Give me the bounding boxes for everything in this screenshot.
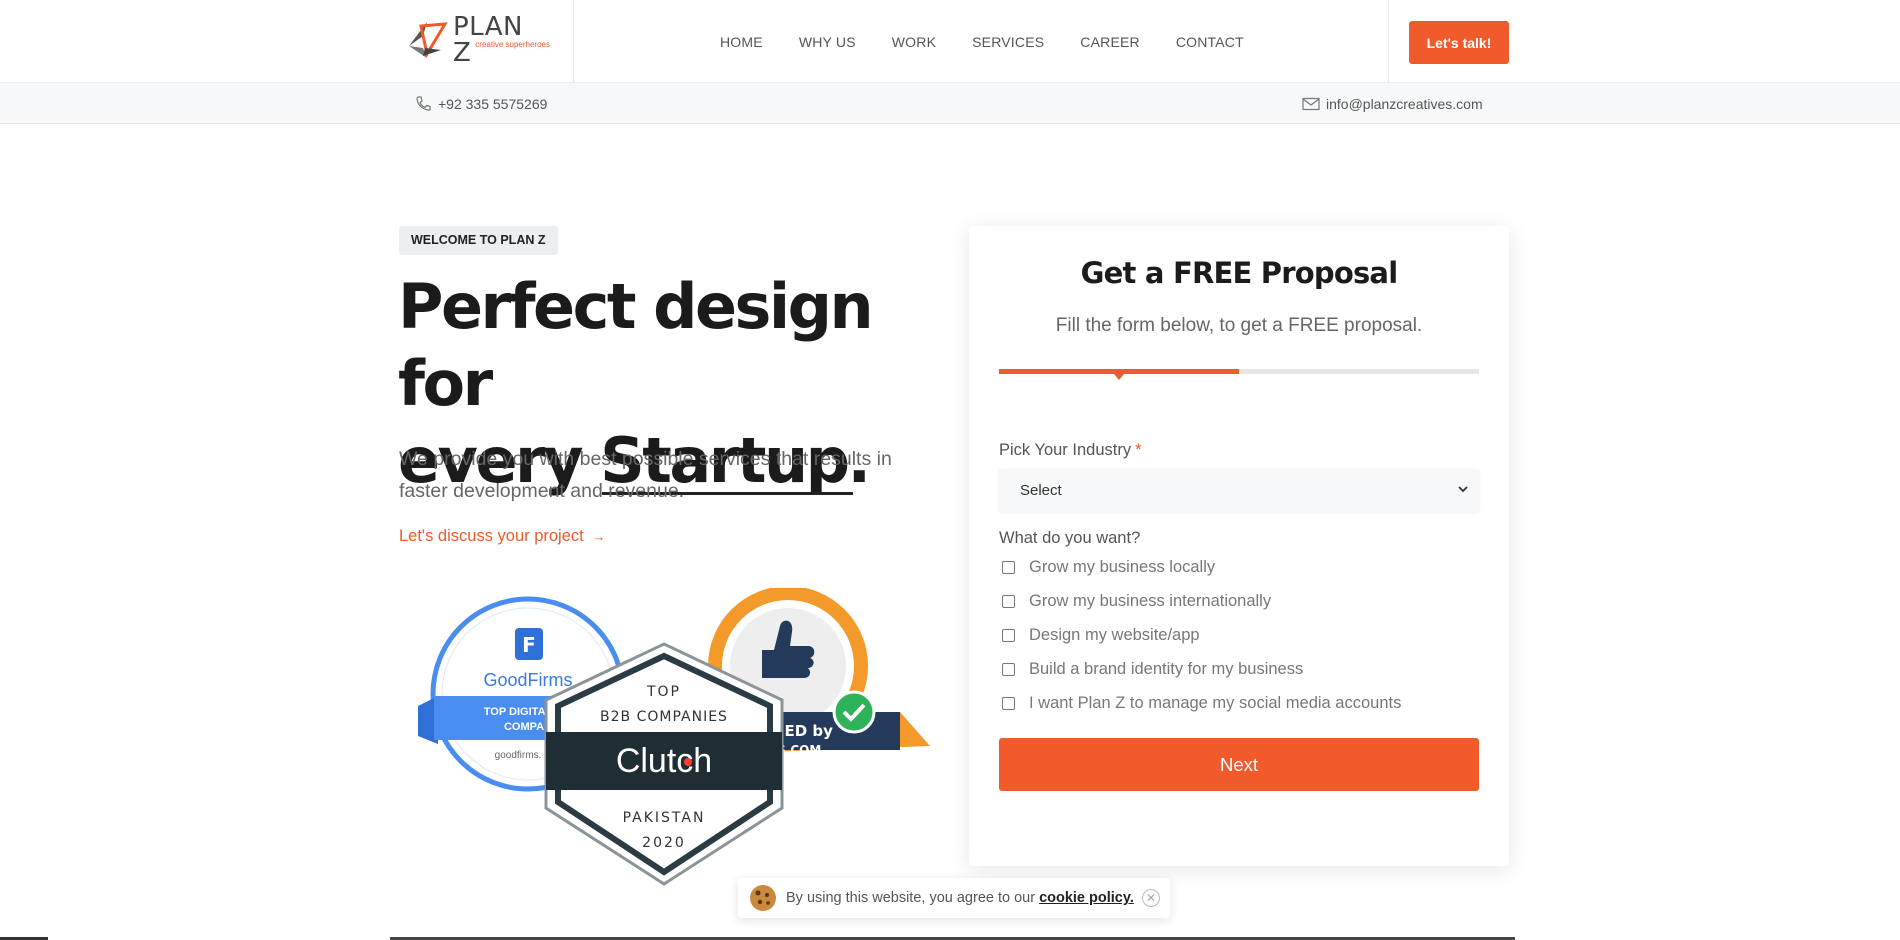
- goodfirms-site: goodfirms.: [495, 750, 542, 761]
- form-progress-bar: [999, 369, 1479, 380]
- option-brand-identity[interactable]: Build a brand identity for my business: [1002, 660, 1303, 678]
- clutch-category: B2B COMPANIES: [600, 709, 728, 725]
- email-contact[interactable]: info@planzcreatives.com: [1302, 83, 1483, 124]
- nav-contact[interactable]: CONTACT: [1176, 34, 1244, 50]
- hero-description: We provide you with best possible servic…: [399, 448, 892, 502]
- email-address: info@planzcreatives.com: [1326, 95, 1483, 112]
- main-nav: HOME WHY US WORK SERVICES CAREER CONTACT: [720, 0, 1280, 83]
- brand-logo[interactable]: PLAN Z creative superheroes: [405, 14, 550, 66]
- hero-title-line1: Perfect design for: [398, 270, 874, 420]
- option-social-media[interactable]: I want Plan Z to manage my social media …: [1002, 694, 1401, 712]
- phone-contact[interactable]: +92 335 5575269: [414, 83, 547, 124]
- required-mark: *: [1135, 441, 1142, 459]
- next-button[interactable]: Next: [999, 738, 1479, 791]
- nav-home[interactable]: HOME: [720, 34, 763, 50]
- checkbox[interactable]: [1002, 560, 1015, 574]
- option-grow-locally[interactable]: Grow my business locally: [1002, 558, 1215, 576]
- industry-label: Pick Your Industry *: [999, 441, 1142, 459]
- want-label: What do you want?: [999, 529, 1141, 547]
- nav-work[interactable]: WORK: [892, 34, 936, 50]
- plan-z-logo-icon: [408, 22, 448, 59]
- industry-select[interactable]: Select: [999, 469, 1479, 512]
- goodfirms-name: GoodFirms: [483, 670, 572, 690]
- clutch-name: Clutch: [616, 742, 712, 780]
- industry-select-value: Select: [1020, 482, 1062, 499]
- welcome-badge: WELCOME TO PLAN Z: [399, 226, 558, 255]
- chevron-down-icon: [1458, 486, 1468, 493]
- nav-services[interactable]: SERVICES: [972, 34, 1044, 50]
- discuss-project-link[interactable]: Let's discuss your project →: [399, 527, 605, 546]
- progress-pointer-icon: [1114, 374, 1124, 380]
- phone-number: +92 335 5575269: [438, 95, 548, 112]
- option-grow-internationally[interactable]: Grow my business internationally: [1002, 592, 1271, 610]
- cookie-policy-link[interactable]: cookie policy.: [1039, 890, 1134, 906]
- close-icon[interactable]: ✕: [1142, 889, 1160, 907]
- form-title: Get a FREE Proposal: [1080, 256, 1398, 290]
- proposal-form-card: Get a FREE Proposal Fill the form below,…: [969, 226, 1509, 866]
- award-badges: F GoodFirms TOP DIGITAL MA COMPAN goodfi…: [418, 588, 930, 886]
- checkbox[interactable]: [1002, 628, 1015, 642]
- discuss-project-label: Let's discuss your project: [399, 527, 584, 545]
- clutch-country: PAKISTAN: [623, 810, 706, 826]
- brand-tagline: creative superheroes: [475, 40, 550, 49]
- cookie-text: By using this website, you agree to our: [786, 890, 1036, 906]
- option-design-website[interactable]: Design my website/app: [1002, 626, 1200, 644]
- contact-bar: +92 335 5575269 info@planzcreatives.com: [0, 83, 1900, 124]
- lets-talk-button[interactable]: Let's talk!: [1409, 21, 1509, 64]
- phone-icon: [416, 95, 431, 111]
- arrow-right-icon: →: [592, 529, 606, 544]
- clutch-top: TOP: [646, 684, 681, 700]
- svg-text:F: F: [522, 633, 536, 657]
- checkbox[interactable]: [1002, 594, 1015, 608]
- mail-icon: [1302, 97, 1320, 110]
- clutch-dot-icon: [684, 758, 692, 766]
- nav-why-us[interactable]: WHY US: [799, 34, 856, 50]
- checkbox[interactable]: [1002, 662, 1015, 676]
- site-header: PLAN Z creative superheroes HOME WHY US …: [0, 0, 1900, 124]
- cookie-notice: By using this website, you agree to our …: [738, 878, 1170, 918]
- clutch-year: 2020: [642, 835, 686, 851]
- cookie-icon: [750, 885, 776, 911]
- nav-career[interactable]: CAREER: [1080, 34, 1140, 50]
- checkbox[interactable]: [1002, 696, 1015, 710]
- form-subtitle: Fill the form below, to get a FREE propo…: [1055, 315, 1423, 336]
